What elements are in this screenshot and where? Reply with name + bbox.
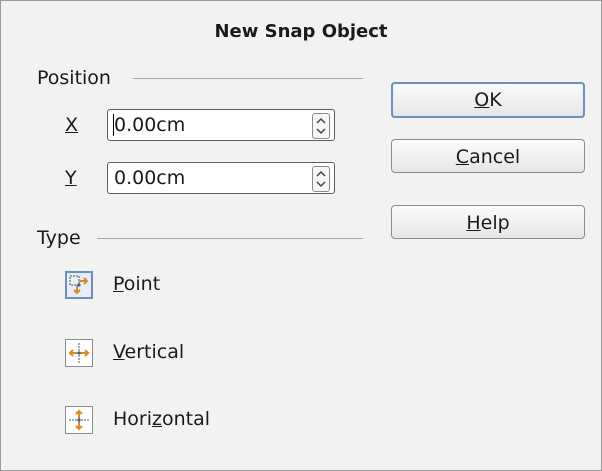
y-spinfield[interactable]: 0.00cm (107, 162, 335, 194)
spin-arrows-icon (316, 170, 326, 188)
horizontal-label[interactable]: Horizontal (113, 408, 210, 430)
snap-point-icon[interactable] (65, 271, 93, 299)
cancel-button[interactable]: Cancel (391, 139, 585, 173)
help-button[interactable]: Help (391, 205, 585, 239)
y-label: Y (65, 167, 77, 189)
vertical-label[interactable]: Vertical (113, 341, 184, 363)
x-stepper[interactable] (312, 113, 330, 139)
x-label: X (65, 114, 79, 136)
ok-button[interactable]: OK (391, 82, 585, 118)
x-value[interactable]: 0.00cm (114, 114, 185, 136)
position-divider (133, 78, 363, 79)
y-value[interactable]: 0.00cm (114, 167, 185, 189)
snap-horizontal-icon[interactable] (65, 406, 93, 434)
type-divider (97, 238, 363, 239)
snap-vertical-icon[interactable] (65, 339, 93, 367)
y-stepper[interactable] (312, 166, 330, 192)
dialog-title: New Snap Object (214, 21, 388, 42)
x-spinfield[interactable]: 0.00cm (107, 109, 335, 141)
spin-arrows-icon (316, 117, 326, 135)
position-heading: Position (37, 67, 111, 89)
new-snap-object-dialog: New Snap Object Position X 0.00cm Y 0.00… (0, 0, 602, 471)
type-heading: Type (37, 227, 81, 249)
point-label[interactable]: Point (113, 273, 160, 295)
